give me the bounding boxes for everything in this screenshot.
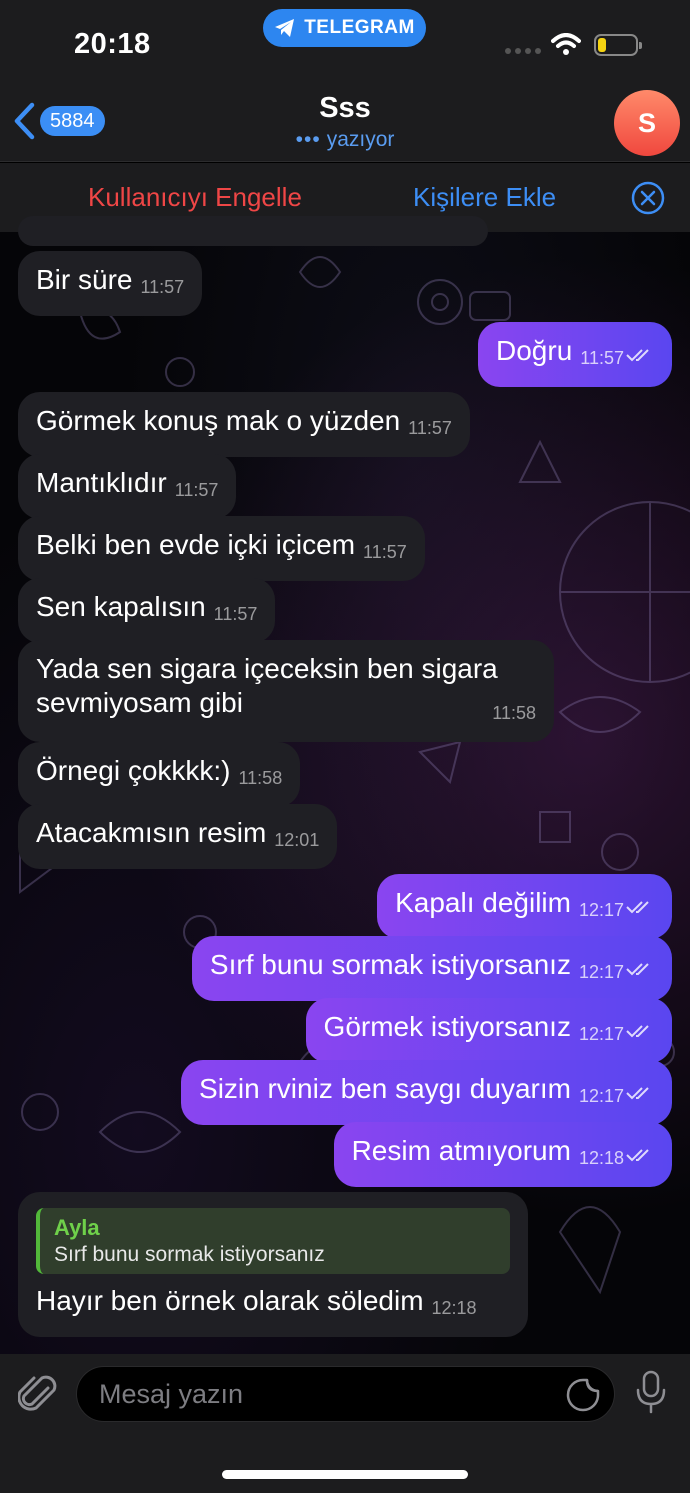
message-time: 12:18 [431,1298,477,1318]
message-text: Atacakmısın resim [36,817,267,848]
message-composer [0,1354,690,1493]
message-text-line2: sevmiyosam gibi [36,687,243,718]
reply-quote[interactable]: Ayla Sırf bunu sormak istiyorsanız [36,1208,510,1274]
message-text: Hayır ben örnek olarak söledim [36,1285,424,1316]
telegram-pill-label: TELEGRAM [304,17,415,38]
message-time: 11:58 [238,768,283,788]
double-check-icon [626,1087,649,1100]
typing-status-label: yazıyor [326,128,395,151]
message-time: 11:57 [174,480,219,500]
message-incoming[interactable]: Atacakmısın resim 12:01 [18,804,338,869]
message-time: 11:57 [140,277,185,297]
battery-icon [594,34,642,56]
message-text: Belki ben evde içki içicem [36,529,356,560]
home-indicator[interactable] [222,1470,468,1479]
status-bar: 20:18 TELEGRAM [0,0,690,80]
message-text: Sırf bunu sormak istiyorsanız [209,949,571,980]
message-time: 11:57 [213,604,258,624]
message-outgoing[interactable]: Sırf bunu sormak istiyorsanız 12:17 [191,936,672,1001]
chat-title[interactable]: Sss [0,92,690,125]
message-outgoing[interactable]: Görmek istiyorsanız 12:17 [305,998,672,1063]
reply-text: Sırf bunu sormak istiyorsanız [54,1243,325,1266]
avatar-letter: S [637,107,656,138]
message-partial [18,216,488,246]
message-incoming[interactable]: Belki ben evde içki içicem 11:57 [18,516,425,581]
message-time: 11:57 [408,418,452,438]
message-time: 11:57 [363,542,407,562]
message-time: 11:58 [492,703,536,723]
message-text: Bir süre [36,264,133,295]
wifi-icon [551,33,581,55]
message-incoming[interactable]: Mantıklıdır 11:57 [18,454,237,519]
telegram-pill[interactable]: TELEGRAM [263,9,426,47]
sticker-icon[interactable] [565,1377,601,1413]
message-text: Sizin rviniz ben saygı duyarım [199,1073,571,1104]
typing-dots-icon: ••• [295,128,321,151]
message-time: 12:01 [274,830,320,850]
message-outgoing[interactable]: Doğru 11:57 [478,322,672,387]
message-time: 11:57 [580,348,624,368]
reply-author: Ayla [54,1215,100,1240]
microphone-icon[interactable] [636,1370,666,1414]
double-check-icon [626,349,649,362]
message-outgoing[interactable]: Resim atmıyorum 12:18 [333,1122,672,1187]
message-incoming[interactable]: Bir süre 11:57 [18,251,203,316]
paperclip-icon[interactable] [18,1374,58,1416]
message-text-line1: Yada sen sigara içeceksin ben sigara [36,653,498,684]
status-time: 20:18 [74,28,151,60]
message-text: Görmek konuş mak o yüzden [36,405,401,436]
message-incoming-reply[interactable]: Ayla Sırf bunu sormak istiyorsanız Hayır… [18,1192,528,1337]
double-check-icon [626,1025,649,1038]
message-text: Görmek istiyorsanız [323,1011,571,1042]
message-time: 12:17 [578,1024,624,1044]
add-contact-button[interactable]: Kişilere Ekle [413,182,556,213]
message-time: 12:17 [578,1086,624,1106]
message-incoming[interactable]: Sen kapalısın 11:57 [18,578,276,643]
double-check-icon [626,901,649,914]
message-text: Sen kapalısın [36,591,206,622]
chat-header: 5884 Sss ••• yazıyor S [0,80,690,162]
message-text: Resim atmıyorum [351,1135,571,1166]
message-text: Örnegi çokkkk:) [36,755,231,786]
message-input[interactable] [99,1375,539,1413]
double-check-icon [626,963,649,976]
message-text: Mantıklıdır [36,467,167,498]
message-outgoing[interactable]: Sizin rviniz ben saygı duyarım 12:17 [181,1060,672,1125]
message-incoming[interactable]: Yada sen sigara içeceksin ben sigara sev… [18,640,554,742]
message-time: 12:17 [578,900,624,920]
message-text: Kapalı değilim [395,887,571,918]
message-incoming[interactable]: Örnegi çokkkk:) 11:58 [18,742,301,807]
message-input-container[interactable] [76,1366,615,1422]
typing-status: ••• yazıyor [0,128,690,152]
block-user-button[interactable]: Kullanıcıyı Engelle [88,182,302,213]
telegram-icon [275,19,295,37]
message-incoming[interactable]: Görmek konuş mak o yüzden 11:57 [18,392,470,457]
cellular-signal-icon [505,48,541,54]
close-icon[interactable] [630,180,666,216]
avatar[interactable]: S [614,90,680,156]
message-text: Doğru [496,335,573,366]
message-time: 12:18 [578,1148,624,1168]
message-outgoing[interactable]: Kapalı değilim 12:17 [377,874,672,939]
double-check-icon [626,1149,649,1162]
message-time: 12:17 [578,962,624,982]
